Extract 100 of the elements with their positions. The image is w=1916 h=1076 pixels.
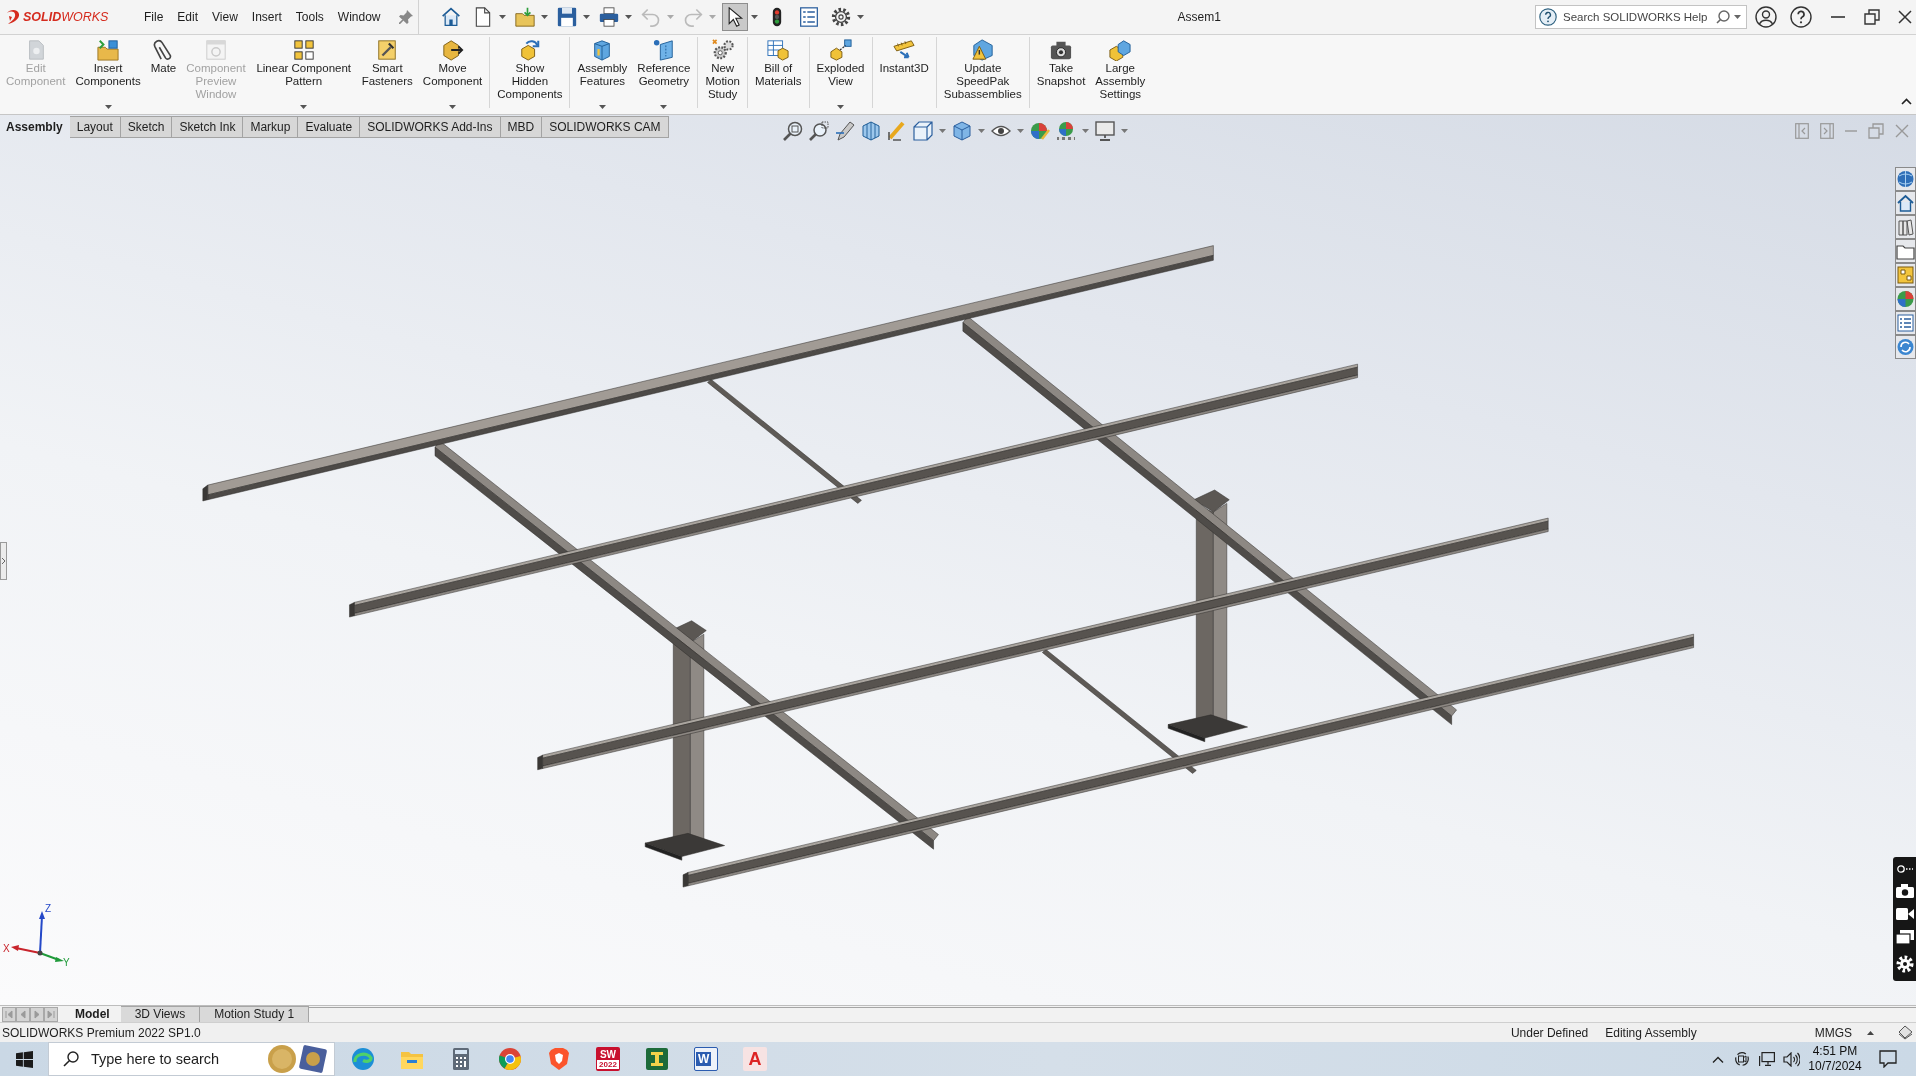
swirl-icon[interactable] <box>351 1047 375 1071</box>
caret-icon[interactable] <box>582 15 590 19</box>
ribbon-button[interactable]: Bill of Materials <box>751 35 805 114</box>
help-icon[interactable] <box>1790 6 1812 28</box>
caret-icon[interactable] <box>978 129 985 133</box>
command-tab[interactable]: Assembly <box>0 116 70 138</box>
ring-icon[interactable] <box>498 1047 522 1071</box>
pin-dots-icon[interactable] <box>1896 865 1913 874</box>
layers-icon[interactable] <box>1898 1025 1913 1040</box>
user-icon[interactable] <box>1755 6 1777 28</box>
books-icon[interactable] <box>1895 215 1916 239</box>
ribbon-button[interactable]: Smart Fasteners <box>358 35 416 114</box>
command-tab[interactable]: SOLIDWORKS CAM <box>542 116 669 138</box>
command-tab[interactable]: Sketch Ink <box>172 116 244 138</box>
speaker-icon[interactable] <box>1783 1051 1800 1067</box>
camera-icon[interactable] <box>1895 883 1914 898</box>
chevron-up-icon[interactable] <box>1712 1055 1724 1063</box>
ribbon-button[interactable]: Assembly Features <box>574 35 631 114</box>
magnifier-icon[interactable] <box>783 121 803 141</box>
wire-cube-icon[interactable] <box>913 121 933 141</box>
units-selector[interactable]: MMGS <box>1814 1025 1852 1040</box>
menu-item[interactable]: Edit <box>170 7 206 27</box>
list-icon[interactable] <box>1895 311 1916 335</box>
search-icon[interactable] <box>1716 10 1730 24</box>
menu-item[interactable]: Insert <box>244 7 289 27</box>
pencil-icon[interactable] <box>835 121 855 141</box>
notification-icon[interactable] <box>1879 1050 1897 1068</box>
menu-item[interactable]: File <box>137 7 171 27</box>
select-button[interactable] <box>721 3 748 31</box>
caret-icon[interactable] <box>104 105 112 109</box>
ribbon-button[interactable]: Mate <box>147 35 180 114</box>
ribbon-button[interactable]: Insert Components <box>72 35 144 114</box>
ribbon-button[interactable]: Reference Geometry <box>634 35 694 114</box>
caret-icon[interactable] <box>1017 129 1024 133</box>
beam-tile-icon[interactable] <box>645 1047 669 1071</box>
command-tab[interactable]: Layout <box>69 116 121 138</box>
ribbon-button[interactable]: Exploded View <box>813 35 868 114</box>
windows-logo-icon[interactable] <box>15 1050 33 1068</box>
video-camera-icon[interactable] <box>1895 907 1914 920</box>
windows-icon[interactable] <box>1895 930 1914 945</box>
caret-icon[interactable] <box>856 15 864 19</box>
ribbon-button[interactable]: Large Assembly Settings <box>1092 35 1149 114</box>
home-icon[interactable] <box>1895 191 1916 215</box>
camera-ring-icon[interactable] <box>1735 1051 1749 1067</box>
gear-icon[interactable] <box>1895 954 1914 973</box>
caret-icon[interactable] <box>837 105 845 109</box>
caret-icon[interactable] <box>300 105 308 109</box>
caret-icon[interactable] <box>660 105 668 109</box>
close-icon[interactable] <box>1898 10 1912 24</box>
restore-icon[interactable] <box>1864 9 1880 25</box>
ribbon-button[interactable]: Linear Component Pattern <box>252 35 355 114</box>
command-tab[interactable]: Sketch <box>120 116 173 138</box>
magnifier-box-icon[interactable] <box>809 121 829 141</box>
ribbon-button[interactable]: New Motion Study <box>702 35 743 114</box>
handle-icon[interactable] <box>0 542 7 580</box>
chevron-up-icon[interactable] <box>1901 98 1912 105</box>
caret-icon[interactable] <box>1734 15 1741 19</box>
tile-left-icon[interactable] <box>1795 123 1809 139</box>
monitor-icon[interactable] <box>1095 121 1115 141</box>
caret-icon[interactable] <box>598 105 606 109</box>
app-tile-icon[interactable]: SW 2022 <box>596 1047 620 1071</box>
angle-bar-icon[interactable] <box>887 121 907 141</box>
menu-item[interactable]: View <box>205 7 245 27</box>
caret-icon[interactable] <box>449 105 457 109</box>
striped-block-icon[interactable] <box>861 121 881 141</box>
menu-item[interactable]: Tools <box>288 7 331 27</box>
globe-icon[interactable] <box>1895 167 1916 191</box>
caret-icon[interactable] <box>624 15 632 19</box>
caret-icon[interactable] <box>498 15 506 19</box>
caret-icon[interactable] <box>540 15 548 19</box>
caret-icon[interactable] <box>750 15 758 19</box>
caret-up-icon[interactable] <box>1867 1030 1874 1035</box>
command-tab[interactable]: MBD <box>500 116 543 138</box>
command-tab[interactable]: Markup <box>243 116 299 138</box>
pin-icon[interactable] <box>398 10 413 24</box>
ribbon-button[interactable]: Take Snapshot <box>1033 35 1089 114</box>
caret-icon[interactable] <box>939 129 946 133</box>
shield-icon[interactable] <box>547 1047 571 1071</box>
folder-icon[interactable] <box>1895 239 1916 263</box>
document-app-icon[interactable]: W <box>694 1047 718 1071</box>
clock[interactable]: 4:51 PM 10/7/2024 <box>1807 1044 1863 1074</box>
command-tab[interactable]: Evaluate <box>298 116 361 138</box>
color-sphere-icon[interactable] <box>1030 121 1050 141</box>
tile-right-icon[interactable] <box>1820 123 1834 139</box>
menu-item[interactable]: Window <box>330 7 388 27</box>
caret-icon[interactable] <box>1082 129 1089 133</box>
model-tab[interactable]: 3D Views <box>120 1006 201 1022</box>
ribbon-button[interactable]: Show Hidden Components <box>494 35 566 114</box>
layout-icon[interactable] <box>1895 263 1916 287</box>
caret-icon[interactable] <box>1121 129 1128 133</box>
scene-sphere-icon[interactable] <box>1056 121 1076 141</box>
shaded-cube-icon[interactable] <box>952 121 972 141</box>
letter-app-icon[interactable]: A <box>743 1047 767 1071</box>
ribbon-button[interactable]: Instant3D <box>876 35 932 114</box>
ribbon-button[interactable]: Move Component <box>419 35 486 114</box>
help-search-field[interactable]: Search SOLIDWORKS Help <box>1535 5 1747 29</box>
ribbon-button[interactable]: Update SpeedPak Subassemblies <box>940 35 1025 114</box>
refresh-icon[interactable] <box>1895 335 1916 359</box>
model-tab[interactable]: Motion Study 1 <box>200 1006 310 1022</box>
network-monitor-icon[interactable] <box>1759 1051 1775 1067</box>
